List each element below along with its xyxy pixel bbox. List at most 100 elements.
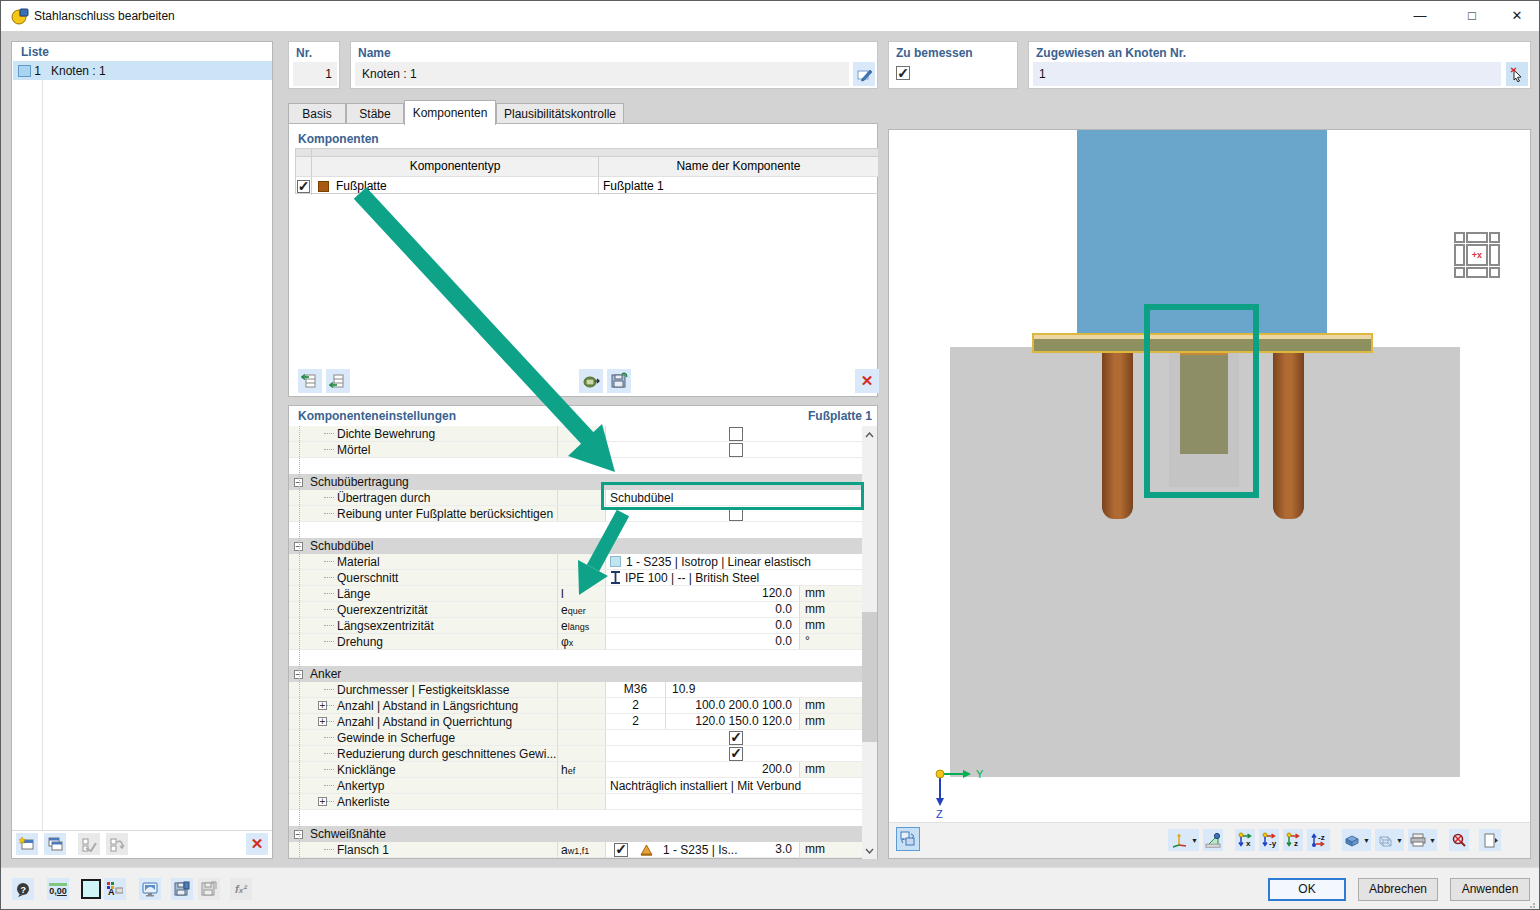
print-dropdown[interactable]: ▼: [1428, 829, 1437, 851]
name-field[interactable]: Knoten : 1: [355, 62, 849, 86]
view-x-icon[interactable]: x: [1235, 829, 1255, 851]
expand-icon[interactable]: +: [318, 717, 327, 726]
zu-bemessen-checkbox[interactable]: ✓: [896, 66, 910, 80]
save-component-button[interactable]: [607, 369, 631, 393]
weld-cell: ✓ 1 - S235 | Is...: [606, 842, 747, 857]
component-checkbox[interactable]: ✓: [297, 180, 310, 193]
setting-value-ankertyp[interactable]: Nachträglich installiert | Mit Verbund: [606, 778, 864, 793]
print-icon[interactable]: [1408, 829, 1428, 851]
select-nodes-button[interactable]: [1506, 62, 1528, 86]
setting-value-cell: [606, 426, 864, 441]
list-item-knoten[interactable]: 1 Knoten : 1: [13, 61, 272, 80]
expand-icon[interactable]: +: [318, 797, 327, 806]
zugewiesen-card: Zugewiesen an Knoten Nr. 1: [1028, 41, 1531, 89]
setting-symbol: [558, 778, 606, 793]
tab-komponenten[interactable]: Komponenten: [404, 100, 496, 125]
view-minus-z-icon[interactable]: -z: [1307, 829, 1330, 851]
resize-grip[interactable]: [1527, 897, 1535, 905]
collapse-icon[interactable]: −: [294, 670, 303, 679]
measure-icon[interactable]: [1203, 829, 1223, 851]
new-item-button[interactable]: [16, 833, 38, 855]
ok-button[interactable]: OK: [1268, 878, 1346, 901]
display-properties-button[interactable]: A: [104, 878, 126, 900]
setting-value2-anzahl-abstand-in-längsrichtung[interactable]: 100.0 200.0 100.0: [666, 698, 799, 713]
view-cube-face-x[interactable]: +x: [1466, 244, 1488, 266]
table-row-typ-cell[interactable]: Fußplatte: [312, 176, 599, 195]
setting-checkbox-dichte-bewehrung[interactable]: [729, 427, 743, 441]
collapse-icon[interactable]: −: [294, 542, 303, 551]
check-all-button[interactable]: [78, 833, 100, 855]
setting-label-cell: Dichte Bewehrung: [289, 426, 558, 441]
wireframe-mode-icon[interactable]: [1375, 829, 1395, 851]
help-button[interactable]: ?: [12, 878, 34, 900]
orbit-mode-button[interactable]: [896, 827, 920, 851]
weld-checkbox[interactable]: ✓: [614, 843, 628, 857]
tab-basis[interactable]: Basis: [288, 103, 346, 124]
setting-value1-anzahl-abstand-in-querrichtung[interactable]: 2: [606, 714, 666, 729]
import-component-button[interactable]: [579, 369, 603, 393]
tab-plausibilitaetskontrolle[interactable]: Plausibilitätskontrolle: [496, 103, 624, 124]
render-mode-icon[interactable]: [1342, 829, 1362, 851]
formula-button[interactable]: fx²: [230, 878, 252, 900]
wireframe-mode-dropdown[interactable]: ▼: [1395, 829, 1404, 851]
weld-material[interactable]: 1 - S235 | Is...: [663, 843, 737, 857]
insert-component-above-button[interactable]: [298, 369, 322, 393]
setting-label: Ankertyp: [337, 779, 384, 793]
komponenten-section-label: Komponenten: [298, 132, 379, 146]
nr-field[interactable]: 1: [293, 62, 337, 86]
setting-checkbox-mörtel[interactable]: [729, 443, 743, 457]
collapse-icon[interactable]: −: [294, 478, 303, 487]
setting-value-knicklänge[interactable]: 200.0: [606, 762, 799, 777]
setting-value-länge[interactable]: 120.0: [606, 586, 799, 601]
settings-row-mörtel: Mörtel: [289, 442, 864, 458]
coordinate-system-dropdown[interactable]: ▼: [1190, 829, 1199, 851]
coordinate-system-icon[interactable]: [1168, 829, 1190, 851]
scroll-thumb[interactable]: [862, 612, 877, 742]
panel-toggle-icon[interactable]: [1479, 829, 1501, 851]
setting-value1-anzahl-abstand-in-längsrichtung[interactable]: 2: [606, 698, 666, 713]
delete-component-button[interactable]: ✕: [855, 369, 879, 393]
setting-value-material[interactable]: 1 - S235 | Isotrop | Linear elastisch: [606, 554, 864, 569]
rename-button[interactable]: [853, 62, 875, 86]
minimize-button[interactable]: —: [1397, 1, 1443, 31]
close-button[interactable]: ✕: [1494, 1, 1540, 31]
cancel-zoom-icon[interactable]: [1449, 829, 1469, 851]
setting-checkbox-gewinde-in-scherfuge[interactable]: ✓: [729, 731, 743, 745]
view-y-icon[interactable]: -y: [1259, 829, 1279, 851]
units-button[interactable]: 0,00: [47, 878, 69, 900]
cancel-button[interactable]: Abbrechen: [1358, 878, 1438, 901]
insert-component-below-button[interactable]: [326, 369, 350, 393]
scroll-up-button[interactable]: [862, 426, 877, 443]
table-row-name-cell[interactable]: Fußplatte 1: [599, 176, 878, 195]
save-defaults-button[interactable]: [171, 878, 193, 900]
load-defaults-button[interactable]: [198, 878, 220, 900]
setting-value-drehung[interactable]: 0.0: [606, 634, 799, 649]
view-z-icon[interactable]: z: [1283, 829, 1303, 851]
setting-value-querexzentrizität[interactable]: 0.0: [606, 602, 799, 617]
expand-icon[interactable]: +: [318, 701, 327, 710]
setting-value1-durchmesser-festigkeitsklasse[interactable]: M36: [606, 682, 666, 697]
tab-staebe[interactable]: Stäbe: [346, 103, 404, 124]
weld-thickness[interactable]: 3.0: [747, 842, 799, 857]
setting-symbol: elängs: [558, 618, 606, 633]
settings-scrollbar[interactable]: [862, 426, 877, 859]
scroll-down-button[interactable]: [862, 842, 877, 859]
setting-checkbox-reduzierung-durch-geschnittenes-gewi[interactable]: ✓: [729, 747, 743, 761]
delete-item-button[interactable]: ✕: [246, 833, 268, 855]
setting-value-längsexzentrizität[interactable]: 0.0: [606, 618, 799, 633]
collapse-icon[interactable]: −: [294, 830, 303, 839]
screen-settings-button[interactable]: [139, 878, 161, 900]
maximize-button[interactable]: □: [1449, 1, 1495, 31]
setting-value2-anzahl-abstand-in-querrichtung[interactable]: 120.0 150.0 120.0: [666, 714, 799, 729]
toggle-selection-button[interactable]: [106, 833, 128, 855]
setting-value-ankerliste[interactable]: [606, 794, 864, 809]
setting-label: Übertragen durch: [337, 491, 430, 505]
setting-value-querschnitt[interactable]: IPE 100 | -- | British Steel: [606, 570, 864, 585]
setting-value2-durchmesser-festigkeitsklasse[interactable]: 10.9: [666, 682, 799, 697]
color-button[interactable]: [80, 878, 102, 900]
apply-button[interactable]: Anwenden: [1450, 878, 1530, 901]
render-mode-dropdown[interactable]: ▼: [1362, 829, 1371, 851]
view-cube-widget[interactable]: +x: [1454, 232, 1500, 278]
zugewiesen-field[interactable]: 1: [1033, 62, 1501, 86]
copy-item-button[interactable]: [44, 833, 66, 855]
